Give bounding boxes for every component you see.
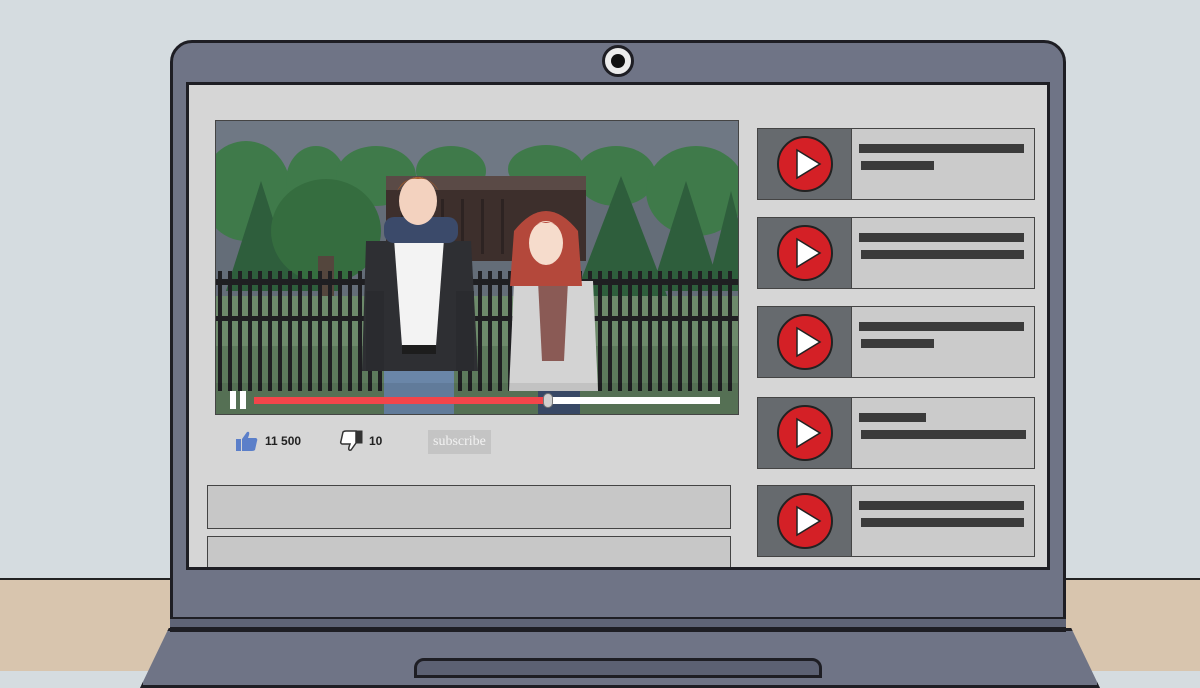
fence-bar xyxy=(238,271,242,391)
play-icon xyxy=(777,136,833,192)
recommended-video[interactable] xyxy=(757,397,1035,469)
video-thumbnail xyxy=(758,398,852,468)
pause-icon-bar-right xyxy=(240,391,246,409)
video-frame-illustration xyxy=(216,121,739,414)
progress-fill xyxy=(254,397,548,404)
fence-bar xyxy=(258,271,262,391)
subtitle-placeholder xyxy=(861,250,1024,259)
subtitle-placeholder xyxy=(861,430,1026,439)
fence-bar xyxy=(298,271,302,391)
title-placeholder xyxy=(859,322,1024,331)
fence-bar xyxy=(618,271,622,391)
fence-bar xyxy=(288,271,292,391)
video-thumbnail xyxy=(758,307,852,377)
fence-bar xyxy=(648,271,652,391)
title-placeholder xyxy=(859,233,1024,242)
comment-box[interactable] xyxy=(207,536,731,567)
fence-bar xyxy=(728,271,732,391)
laptop-hinge xyxy=(170,617,1066,629)
fence-bar xyxy=(678,271,682,391)
fence-bar xyxy=(478,271,482,391)
recommended-video[interactable] xyxy=(757,485,1035,557)
pause-icon-bar-left xyxy=(230,391,236,409)
subtitle-placeholder xyxy=(861,518,1024,527)
progress-handle[interactable] xyxy=(542,393,553,408)
title-placeholder xyxy=(859,413,926,422)
video-thumbnail xyxy=(758,129,852,199)
fence-bar xyxy=(268,271,272,391)
title-placeholder xyxy=(859,144,1024,153)
video-thumbnail xyxy=(758,218,852,288)
play-icon xyxy=(777,405,833,461)
fence-bar xyxy=(738,271,739,391)
title-placeholder xyxy=(859,501,1024,510)
pause-button[interactable] xyxy=(228,389,248,411)
fence-bar xyxy=(338,271,342,391)
comment-box[interactable] xyxy=(207,485,731,529)
fence-bar xyxy=(708,271,712,391)
play-icon xyxy=(777,314,833,370)
fence-bar xyxy=(318,271,322,391)
fence-bar xyxy=(658,271,662,391)
subtitle-placeholder xyxy=(861,339,934,348)
fence-bar xyxy=(358,271,362,391)
fence-bar xyxy=(718,271,722,391)
fence-bar xyxy=(488,271,492,391)
video-thumbnail xyxy=(758,486,852,556)
video-player[interactable] xyxy=(215,120,739,415)
subscribe-button[interactable]: subscribe xyxy=(428,430,491,454)
laptop-screen: 11 500 10 subscribe xyxy=(186,82,1050,570)
play-icon xyxy=(777,493,833,549)
play-icon xyxy=(777,225,833,281)
fence-bar xyxy=(218,271,222,391)
recommended-video[interactable] xyxy=(757,306,1035,378)
fence-bar xyxy=(498,271,502,391)
fence-bar xyxy=(638,271,642,391)
fence-bar xyxy=(228,271,232,391)
fence-bar xyxy=(698,271,702,391)
recommended-video[interactable] xyxy=(757,217,1035,289)
fence-bar xyxy=(278,271,282,391)
fence-bar xyxy=(668,271,672,391)
fence-bar xyxy=(628,271,632,391)
webcam-icon xyxy=(602,45,634,77)
subtitle-placeholder xyxy=(861,161,934,170)
like-button[interactable]: 11 500 xyxy=(235,430,301,452)
fence-bar xyxy=(308,271,312,391)
fence-bar xyxy=(608,271,612,391)
fence-bar xyxy=(598,271,602,391)
recommended-video[interactable] xyxy=(757,128,1035,200)
fence-bar xyxy=(688,271,692,391)
fence-bar xyxy=(248,271,252,391)
progress-bar[interactable] xyxy=(254,393,720,408)
fence-bar xyxy=(328,271,332,391)
video-actions: 11 500 10 subscribe xyxy=(235,430,735,456)
like-count: 11 500 xyxy=(265,434,302,448)
thumbs-up-icon xyxy=(236,431,258,451)
dislike-button[interactable]: 10 xyxy=(339,430,382,452)
thumbs-down-icon xyxy=(339,430,363,451)
trackpad xyxy=(414,658,822,678)
dislike-count: 10 xyxy=(369,434,383,448)
fence-bar xyxy=(348,271,352,391)
